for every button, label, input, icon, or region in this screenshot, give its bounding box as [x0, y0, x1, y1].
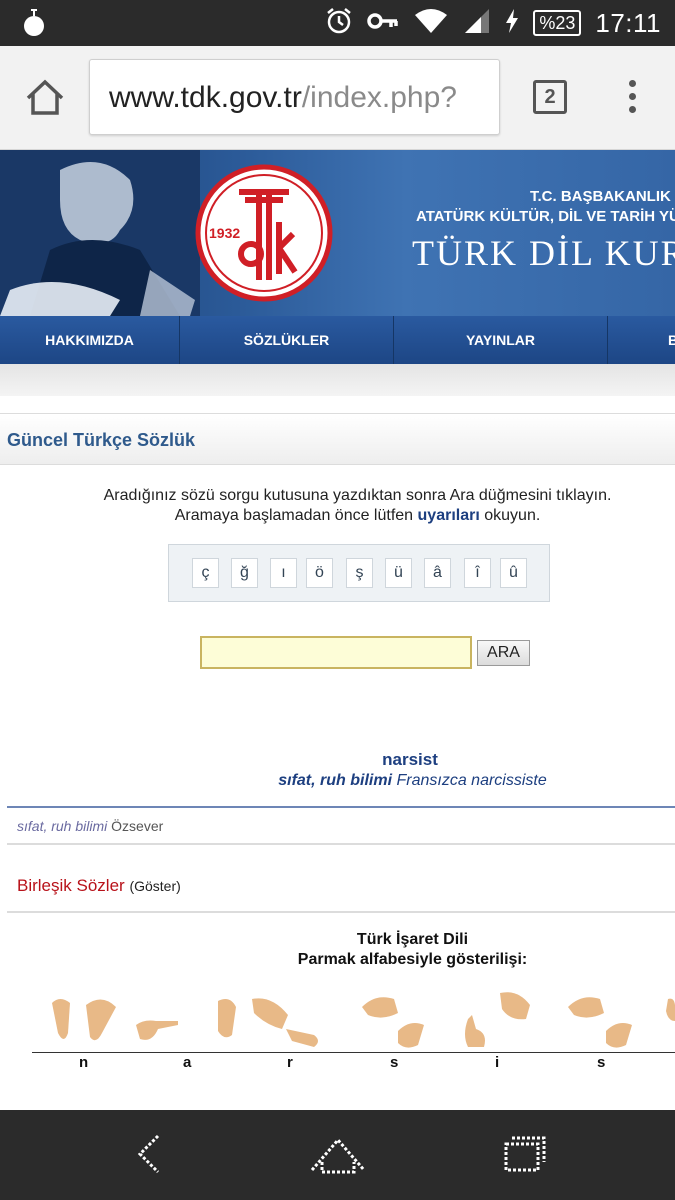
char-button[interactable]: ğ [231, 558, 258, 588]
char-button[interactable]: ı [270, 558, 297, 588]
hand-sign-a-image [136, 1020, 178, 1040]
result-origin: Fransızca narcissiste [396, 772, 547, 789]
definition-row: sıfat, ruh bilimi Özsever [17, 818, 163, 834]
charging-icon [505, 8, 519, 38]
compound-label: Birleşik Sözler [17, 876, 125, 895]
status-bar: %23 17:11 [0, 0, 675, 46]
home-nav-icon[interactable] [308, 1132, 368, 1181]
nav-item-yayinlar[interactable]: YAYINLAR [394, 316, 608, 364]
section-header: Güncel Türkçe Sözlük [0, 413, 675, 465]
divider [7, 911, 675, 913]
battery-indicator: %23 [533, 10, 582, 36]
hand-sign-i-image [465, 992, 530, 1047]
divider [7, 843, 675, 845]
special-char-panel: ç ğ ı ö ş ü â î û [168, 544, 550, 602]
hand-sign-s-image [362, 997, 424, 1048]
sign-language-subtitle: Parmak alfabesiyle gösterilişi: [297, 951, 528, 968]
divider-band [0, 364, 675, 396]
recent-apps-icon[interactable] [502, 1132, 548, 1181]
gov-line-2: ATATÜRK KÜLTÜR, DİL VE TARİH YÜK [416, 208, 675, 225]
result-pos: sıfat, ruh bilimi [278, 772, 393, 789]
compound-toggle[interactable]: (Göster) [129, 878, 180, 894]
char-button[interactable]: ş [346, 558, 373, 588]
char-button[interactable]: ö [306, 558, 333, 588]
url-path: /index.php? [301, 81, 457, 114]
url-host: www.tdk.gov.tr [109, 81, 302, 114]
search-input[interactable] [200, 636, 472, 669]
result-word: narsist [382, 750, 438, 769]
logo-year: 1932 [209, 225, 240, 241]
tdk-logo: 1932 [195, 164, 333, 302]
instructions-prefix: Aramaya başlamadan önce lütfen [174, 507, 414, 524]
sign-language-title: Türk İşaret Dili [356, 931, 469, 948]
spelled-letter: r [287, 1054, 293, 1071]
spelled-letter: i [495, 1054, 500, 1071]
hand-sign-partial-image [666, 998, 675, 1021]
system-nav-bar [0, 1110, 675, 1200]
main-nav: HAKKIMIZDA SÖZLÜKLER YAYINLAR B [0, 316, 675, 364]
wifi-icon [413, 7, 449, 40]
warnings-link[interactable]: uyarıları [418, 507, 480, 524]
browser-toolbar: www.tdk.gov.tr/index.php? 2 [0, 46, 675, 150]
site-banner: 1932 T.C. BAŞBAKANLIK ATATÜRK KÜLTÜR, Dİ… [0, 150, 675, 316]
char-button[interactable]: ç [192, 558, 219, 588]
search-instructions: Aradığınız sözü sorgu kutusuna yazdıktan… [40, 486, 675, 526]
nav-item-truncated[interactable]: B [608, 316, 675, 364]
instructions-suffix: okuyun. [484, 507, 541, 524]
result-divider [7, 806, 675, 808]
search-button[interactable]: ARA [477, 640, 530, 666]
hand-sign-s-image [568, 997, 632, 1048]
spelled-letter: n [79, 1054, 89, 1071]
url-bar[interactable]: www.tdk.gov.tr/index.php? [89, 59, 500, 135]
hand-sign-n-image [52, 999, 116, 1041]
alarm-icon [325, 7, 353, 40]
tab-switcher-button[interactable]: 2 [533, 80, 567, 114]
org-name: TÜRK DİL KUR [412, 233, 675, 273]
back-icon[interactable] [134, 1132, 164, 1181]
bomb-icon [22, 8, 46, 43]
nav-item-sozlukler[interactable]: SÖZLÜKLER [180, 316, 394, 364]
spelled-letter: a [183, 1054, 192, 1071]
result-summary: sıfat, ruh bilimi Fransızca narcissiste [0, 772, 675, 790]
instructions-line-2: Aramaya başlamadan önce lütfen uyarıları… [40, 506, 675, 526]
compound-words: Birleşik Sözler (Göster) [17, 876, 181, 896]
instructions-line-1: Aradığınız sözü sorgu kutusuna yazdıktan… [103, 487, 612, 504]
section-title: Güncel Türkçe Sözlük [7, 430, 196, 450]
letters-baseline [32, 1052, 675, 1053]
char-button[interactable]: ü [385, 558, 412, 588]
status-time: 17:11 [595, 7, 661, 38]
home-icon[interactable] [24, 78, 66, 121]
spelled-letter: s [390, 1054, 399, 1071]
nav-item-hakkimizda[interactable]: HAKKIMIZDA [0, 316, 180, 364]
char-button[interactable]: â [424, 558, 451, 588]
char-button[interactable]: î [464, 558, 491, 588]
gov-line-1: T.C. BAŞBAKANLIK [530, 188, 671, 205]
key-icon [367, 11, 399, 36]
hand-sign-r-image [218, 998, 318, 1047]
overflow-menu-icon[interactable] [620, 80, 644, 120]
fingerspelling-images [0, 985, 675, 1055]
spelled-letter: s [597, 1054, 606, 1071]
definition-text: Özsever [111, 818, 164, 834]
definition-pos: sıfat, ruh bilimi [17, 818, 108, 834]
signal-icon [463, 7, 491, 40]
char-button[interactable]: û [500, 558, 527, 588]
ataturk-photo [0, 150, 200, 316]
